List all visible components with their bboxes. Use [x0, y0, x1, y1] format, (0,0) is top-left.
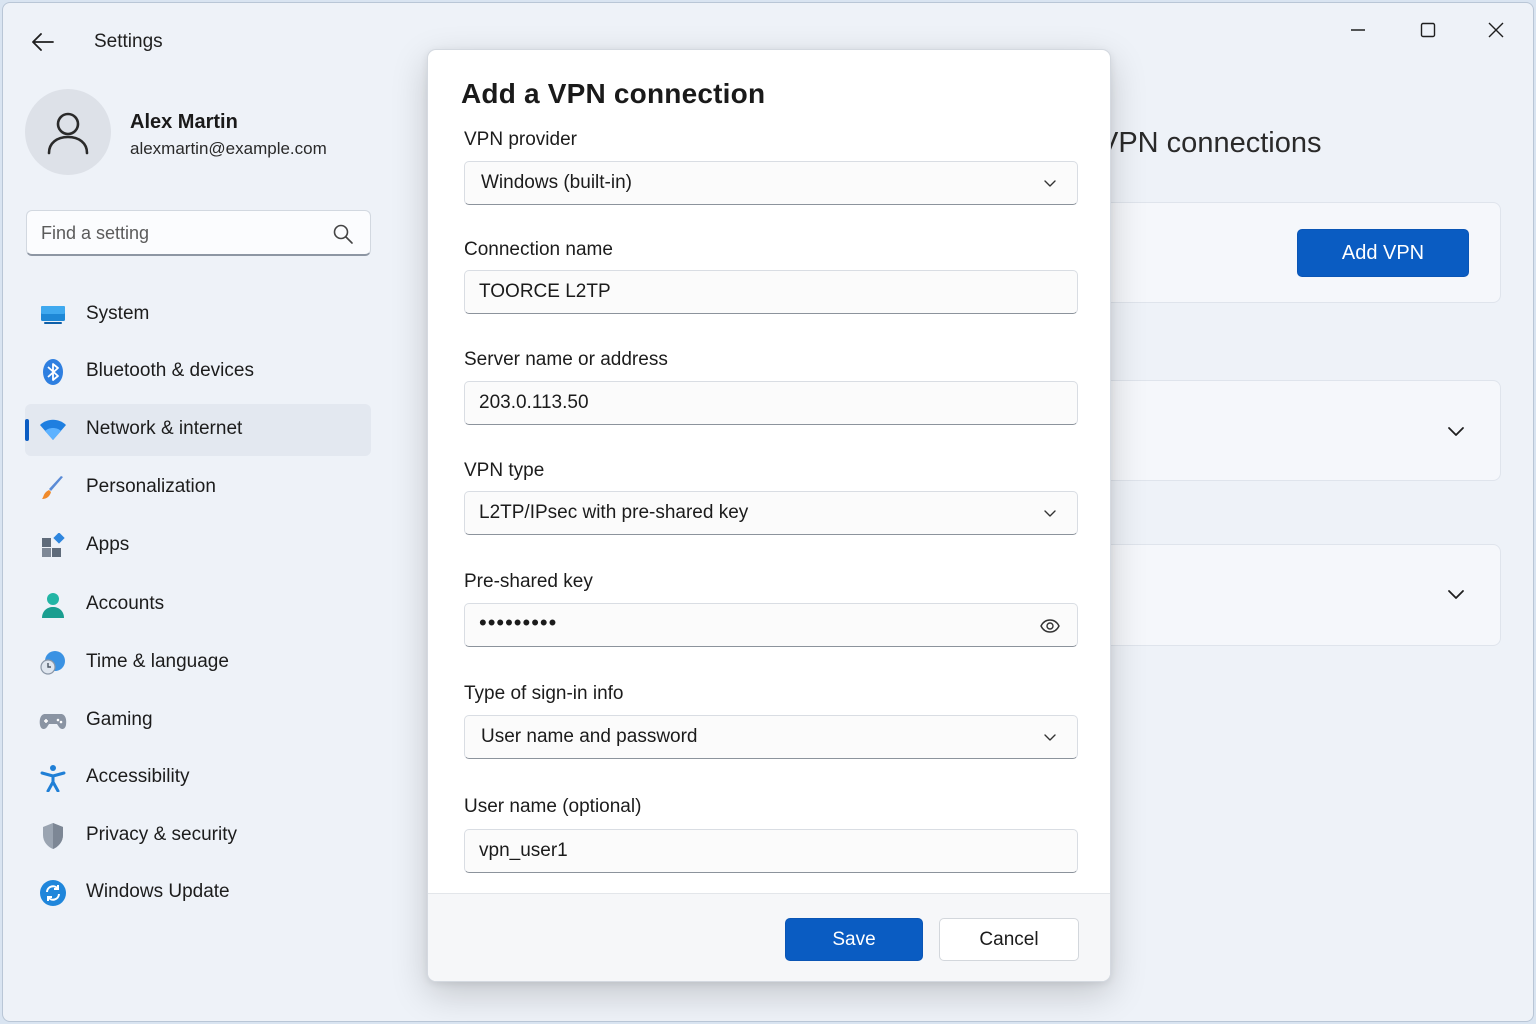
gamepad-icon	[39, 707, 67, 735]
monitor-icon	[39, 301, 67, 329]
update-icon	[39, 879, 67, 907]
page-title: VPN connections	[1099, 127, 1322, 159]
dialog-footer: Save Cancel	[428, 893, 1110, 981]
back-arrow-icon	[32, 33, 54, 51]
close-button[interactable]	[1473, 13, 1519, 47]
app-title: Settings	[94, 31, 163, 52]
sidebar-item-label: Accessibility	[86, 766, 190, 787]
sidebar-item-label: Gaming	[86, 709, 153, 730]
psk-label: Pre-shared key	[464, 571, 593, 592]
sidebar-item-label: Apps	[86, 534, 130, 555]
maximize-button[interactable]	[1405, 13, 1451, 47]
signin-type-label: Type of sign-in info	[464, 683, 624, 704]
chevron-down-icon	[1044, 510, 1056, 517]
expandable-card[interactable]	[1083, 544, 1501, 646]
cancel-button[interactable]: Cancel	[939, 918, 1079, 961]
minimize-icon	[1351, 29, 1365, 31]
sidebar-item-label: Time & language	[86, 651, 229, 672]
chevron-down-icon	[1044, 180, 1056, 187]
vpn-provider-value: Windows (built-in)	[481, 172, 632, 193]
sidebar-item-network[interactable]: Network & internet	[25, 404, 371, 456]
accessibility-icon	[39, 764, 67, 792]
eye-icon[interactable]	[1039, 615, 1061, 637]
sidebar-item-bluetooth[interactable]: Bluetooth & devices	[25, 346, 371, 398]
expand-button[interactable]	[1441, 580, 1471, 610]
psk-value: •••••••••	[479, 610, 558, 635]
add-vpn-button[interactable]: Add VPN	[1297, 229, 1469, 277]
close-icon	[1488, 22, 1504, 38]
maximize-icon	[1420, 22, 1436, 38]
sidebar-item-system[interactable]: System	[25, 289, 371, 341]
clock-globe-icon	[39, 649, 67, 677]
search-box[interactable]	[26, 210, 371, 256]
shield-icon	[39, 822, 67, 850]
connection-name-field[interactable]: TOORCE L2TP	[464, 270, 1078, 314]
sidebar-item-label: Privacy & security	[86, 824, 237, 845]
bluetooth-icon	[39, 358, 67, 386]
server-value: 203.0.113.50	[479, 392, 589, 413]
psk-field[interactable]: •••••••••	[464, 603, 1078, 647]
server-label: Server name or address	[464, 349, 668, 370]
minimize-button[interactable]	[1335, 13, 1381, 47]
connection-name-label: Connection name	[464, 239, 613, 260]
chevron-down-icon	[1448, 590, 1464, 599]
sidebar-item-accessibility[interactable]: Accessibility	[25, 752, 371, 804]
sidebar-item-label: Personalization	[86, 476, 216, 497]
wifi-icon	[39, 416, 67, 444]
sidebar-item-label: System	[86, 303, 150, 324]
settings-window: Settings Alex Martin alexmartin@example.…	[2, 2, 1534, 1022]
sidebar-item-label: Accounts	[86, 593, 165, 614]
sidebar-item-personalization[interactable]: Personalization	[25, 462, 371, 514]
back-button[interactable]	[27, 27, 59, 57]
vpn-type-label: VPN type	[464, 460, 545, 481]
username-label: User name (optional)	[464, 796, 642, 817]
person-icon	[47, 112, 89, 155]
sidebar-item-gaming[interactable]: Gaming	[25, 695, 371, 747]
chevron-down-icon	[1448, 427, 1464, 436]
vpn-type-dropdown[interactable]: L2TP/IPsec with pre-shared key	[464, 491, 1078, 535]
username-field[interactable]: vpn_user1	[464, 829, 1078, 873]
brush-icon	[39, 474, 67, 502]
accounts-icon	[39, 591, 67, 619]
search-icon[interactable]	[332, 223, 354, 245]
sidebar-item-time-language[interactable]: Time & language	[25, 637, 371, 689]
sidebar-item-windows-update[interactable]: Windows Update	[25, 867, 371, 919]
chevron-down-icon	[1044, 734, 1056, 741]
vpn-type-value: L2TP/IPsec with pre-shared key	[479, 502, 749, 523]
user-name: Alex Martin	[130, 111, 238, 133]
avatar[interactable]	[25, 89, 111, 175]
sidebar-item-apps[interactable]: Apps	[25, 520, 371, 572]
search-input[interactable]	[41, 221, 321, 245]
vpn-provider-label: VPN provider	[464, 129, 577, 150]
apps-icon	[39, 532, 67, 560]
signin-type-dropdown[interactable]: User name and password	[464, 715, 1078, 759]
sidebar-item-accounts[interactable]: Accounts	[25, 579, 371, 631]
sidebar-item-privacy[interactable]: Privacy & security	[25, 810, 371, 862]
sidebar-item-label: Network & internet	[86, 418, 243, 439]
sidebar-item-label: Bluetooth & devices	[86, 360, 254, 381]
save-button[interactable]: Save	[785, 918, 923, 961]
expandable-card[interactable]	[1083, 380, 1501, 481]
dialog-title: Add a VPN connection	[461, 78, 766, 109]
active-indicator	[25, 419, 29, 441]
sidebar-item-label: Windows Update	[86, 881, 230, 902]
username-value: vpn_user1	[479, 840, 568, 861]
server-field[interactable]: 203.0.113.50	[464, 381, 1078, 425]
connection-name-value: TOORCE L2TP	[479, 281, 611, 302]
user-email: alexmartin@example.com	[130, 139, 327, 158]
add-vpn-dialog: Add a VPN connection VPN provider Window…	[427, 49, 1111, 982]
expand-button[interactable]	[1441, 417, 1471, 447]
vpn-provider-dropdown[interactable]: Windows (built-in)	[464, 161, 1078, 205]
signin-type-value: User name and password	[481, 726, 698, 747]
